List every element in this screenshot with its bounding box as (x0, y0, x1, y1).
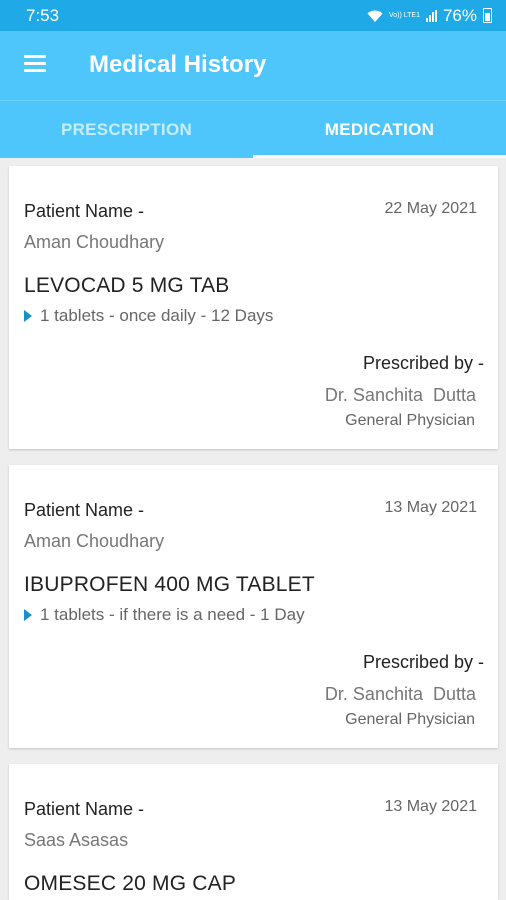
volte-label: Vo)) LTE1 (388, 12, 420, 19)
medication-card[interactable]: Patient Name - 13 May 2021 Aman Choudhar… (9, 465, 498, 748)
play-arrow-icon (24, 609, 32, 621)
doctor-name: Dr. Sanchita Dutta (324, 684, 476, 704)
dosage-line: 1 tablets - if there is a need - 1 Day (24, 605, 305, 625)
tab-medication[interactable]: MEDICATION (253, 101, 506, 158)
status-indicators: Vo)) LTE1 76% (367, 6, 492, 26)
dosage-text: 1 tablets - once daily - 12 Days (40, 306, 274, 325)
doctor-name: Dr. Sanchita Dutta (324, 385, 476, 405)
tab-bar: PRESCRIPTION MEDICATION (0, 100, 506, 158)
patient-name-label: Patient Name - (24, 201, 145, 221)
prescribed-by-label: Prescribed by - (362, 353, 484, 373)
medicine-name: OMESEC 20 MG CAP (24, 872, 237, 895)
hamburger-menu-icon[interactable] (24, 55, 46, 73)
prescribed-by-label: Prescribed by - (362, 652, 484, 672)
patient-name-label: Patient Name - (24, 500, 145, 520)
battery-icon (483, 8, 492, 23)
patient-name: Saas Asasas (24, 830, 129, 850)
medicine-name: IBUPROFEN 400 MG TABLET (24, 573, 315, 596)
tab-prescription[interactable]: PRESCRIPTION (0, 101, 253, 158)
app-bar: Medical History (0, 31, 506, 100)
wifi-icon (367, 10, 383, 22)
battery-percent: 76% (442, 5, 477, 25)
page-title: Medical History (89, 51, 267, 78)
play-arrow-icon (24, 310, 32, 322)
patient-name-label: Patient Name - (24, 799, 145, 819)
doctor-specialty: General Physician (345, 412, 475, 429)
dosage-text: 1 tablets - if there is a need - 1 Day (40, 605, 305, 624)
patient-name: Aman Choudhary (24, 232, 165, 252)
medication-card[interactable]: Patient Name - 13 May 2021 Saas Asasas O… (9, 764, 498, 900)
status-time: 7:53 (26, 5, 60, 25)
medicine-name: LEVOCAD 5 MG TAB (24, 274, 230, 297)
record-date: 13 May 2021 (384, 499, 477, 516)
medication-card[interactable]: Patient Name - 22 May 2021 Aman Choudhar… (9, 166, 498, 449)
signal-icon (425, 9, 437, 22)
status-bar: 7:53 Vo)) LTE1 76% (0, 0, 506, 31)
record-date: 22 May 2021 (384, 200, 477, 217)
patient-name: Aman Choudhary (24, 531, 165, 551)
dosage-line: 1 tablets - once daily - 12 Days (24, 306, 273, 326)
doctor-specialty: General Physician (345, 711, 475, 728)
record-date: 13 May 2021 (384, 798, 477, 815)
